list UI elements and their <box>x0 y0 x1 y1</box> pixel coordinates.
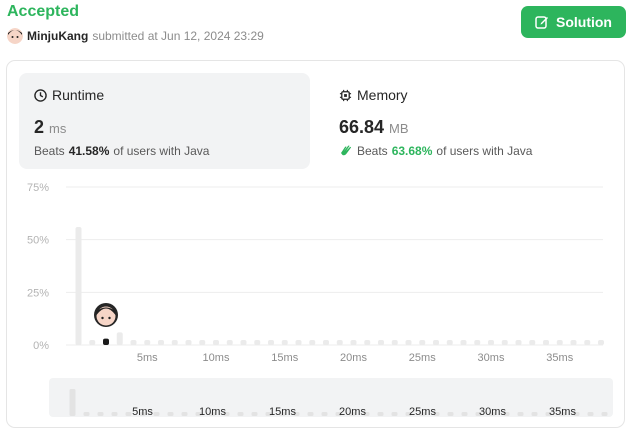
submission-status: Accepted <box>7 3 80 20</box>
runtime-beats-prefix: Beats <box>34 144 65 158</box>
memory-beats-suffix: of users with Java <box>436 144 533 158</box>
memory-unit: MB <box>389 121 409 136</box>
runtime-title: Runtime <box>34 87 104 103</box>
memory-metric: 66.84 MB <box>339 117 409 138</box>
username-link[interactable]: MinjuKang <box>27 29 88 43</box>
memory-title: Memory <box>339 87 408 103</box>
clap-icon <box>341 145 351 156</box>
runtime-card[interactable]: Runtime 2 ms Beats 41.58% of users with … <box>19 73 310 169</box>
chip-icon <box>339 89 352 101</box>
runtime-beats: Beats 41.58% of users with Java <box>34 144 209 158</box>
memory-beats: Beats 63.68% of users with Java <box>339 144 532 158</box>
runtime-unit: ms <box>49 121 67 136</box>
memory-title-text: Memory <box>357 87 408 103</box>
runtime-metric: 2 ms <box>34 117 66 138</box>
edit-icon <box>535 16 548 29</box>
memory-beats-prefix: Beats <box>357 144 388 158</box>
clock-icon <box>34 88 47 102</box>
range-overview[interactable] <box>49 378 613 417</box>
submitted-time: submitted at Jun 12, 2024 23:29 <box>92 29 264 43</box>
memory-value: 66.84 <box>339 117 385 137</box>
solution-button[interactable]: Solution <box>521 6 626 38</box>
memory-card[interactable]: Memory 66.84 MB Beats 63.68% of users wi… <box>324 73 614 169</box>
submission-meta: MinjuKang submitted at Jun 12, 2024 23:2… <box>7 28 264 44</box>
runtime-value: 2 <box>34 117 45 137</box>
user-avatar[interactable] <box>7 28 23 44</box>
solution-button-label: Solution <box>556 14 612 30</box>
runtime-beats-percent: 41.58% <box>68 144 110 158</box>
runtime-beats-suffix: of users with Java <box>113 144 210 158</box>
runtime-title-text: Runtime <box>52 87 105 103</box>
memory-beats-percent: 63.68% <box>391 144 433 158</box>
